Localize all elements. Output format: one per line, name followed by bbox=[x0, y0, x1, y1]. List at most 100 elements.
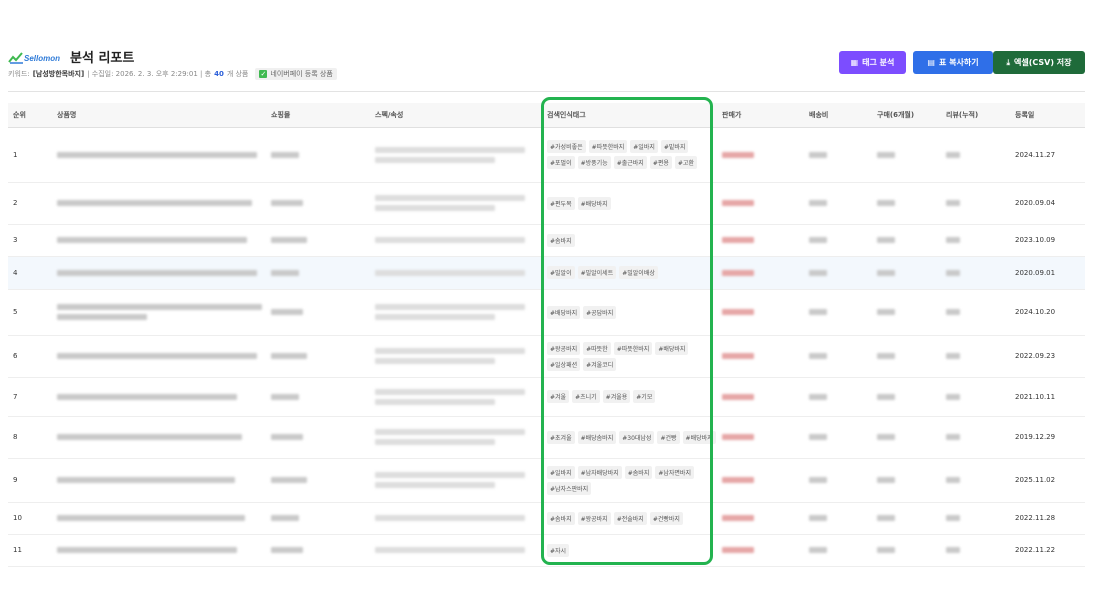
search-tag: #가성비좋은 bbox=[547, 140, 586, 153]
shop-cell[interactable] bbox=[266, 127, 370, 183]
reviews-cell bbox=[941, 335, 1010, 378]
page-title: 분석 리포트 bbox=[70, 51, 135, 66]
column-header[interactable]: 쇼핑몰 bbox=[266, 103, 370, 128]
date-cell: 2019.12.29 bbox=[1010, 416, 1085, 459]
purchases-cell bbox=[872, 224, 941, 257]
rank-cell: 11 bbox=[8, 534, 52, 567]
tags-cell: #배당바지 #공답바지 bbox=[542, 289, 717, 336]
product-name-cell[interactable] bbox=[52, 416, 266, 459]
shop-cell[interactable] bbox=[266, 416, 370, 459]
reviews-cell bbox=[941, 416, 1010, 459]
shop-cell[interactable] bbox=[266, 224, 370, 257]
column-header[interactable]: 구매(6개월) bbox=[872, 103, 941, 128]
table-header-row: 순위 상품명 쇼핑몰 스펙/속성 검색인식태그 판매가 배송비 구매(6개월) 리뷰(누적) 등록… bbox=[8, 103, 1085, 128]
redacted-value bbox=[809, 434, 827, 440]
shop-cell[interactable] bbox=[266, 534, 370, 567]
table-row[interactable]: 5 #배당바지 #공답바지 2024.10.20 bbox=[8, 289, 1085, 336]
redacted-value bbox=[877, 547, 895, 553]
report-header: Sellomon 분석 리포트 키워드: [남성방한목바지] | 수집일: 20… bbox=[8, 46, 1092, 86]
tags-cell: #초겨울 #배당솜바지 #30대남성 #건빵 #배당바지 bbox=[542, 416, 717, 459]
product-name-cell[interactable] bbox=[52, 182, 266, 225]
product-name-cell[interactable] bbox=[52, 335, 266, 378]
price-cell bbox=[717, 377, 804, 417]
tag-analysis-button[interactable]: ▦ 태그 분석 bbox=[839, 51, 906, 74]
date-cell: 2020.09.01 bbox=[1010, 256, 1085, 290]
search-tag: #공답바지 bbox=[583, 305, 617, 319]
table-row[interactable]: 9 #일바지 #남자배당바지 #솜바지 #남자면바지 #남자스판바지 2025.11.02 bbox=[8, 458, 1085, 503]
table-row[interactable]: 7 #겨울 #츠니기 #겨울용 #기모 2021.10.11 bbox=[8, 377, 1085, 417]
search-tag: #솜바지 bbox=[624, 465, 653, 479]
redacted-value bbox=[271, 477, 307, 483]
tags-cell: #자시 bbox=[542, 534, 717, 567]
redacted-value bbox=[946, 515, 960, 521]
redacted-value bbox=[877, 309, 895, 315]
redacted-value bbox=[271, 309, 303, 315]
product-name-cell[interactable] bbox=[52, 127, 266, 183]
table-row[interactable]: 4 #밀알이 #밀알이세트 #밀알이배상 2020.09.01 bbox=[8, 256, 1085, 290]
redacted-value bbox=[375, 439, 495, 445]
search-tag: #따뜻한바지 bbox=[613, 341, 653, 355]
redacted-value bbox=[271, 353, 307, 359]
export-csv-button[interactable]: ⤓ 엑셀(CSV) 저장 bbox=[993, 51, 1085, 74]
shop-cell[interactable] bbox=[266, 377, 370, 417]
search-tag: #일바지 bbox=[547, 465, 575, 479]
table-row[interactable]: 8 #초겨울 #배당솜바지 #30대남성 #건빵 #배당바지 2019.12.29 bbox=[8, 416, 1085, 459]
search-tag: #배당솜바지 bbox=[577, 430, 617, 444]
column-header[interactable]: 배송비 bbox=[804, 103, 872, 128]
shop-cell[interactable] bbox=[266, 335, 370, 378]
redacted-value bbox=[809, 151, 827, 158]
spec-cell bbox=[370, 335, 542, 378]
shop-cell[interactable] bbox=[266, 502, 370, 535]
date-cell: 2024.10.20 bbox=[1010, 289, 1085, 336]
reviews-cell bbox=[941, 256, 1010, 290]
redacted-value bbox=[722, 477, 754, 483]
search-tag: #남자면바지 bbox=[655, 465, 694, 479]
redacted-value bbox=[722, 393, 754, 400]
redacted-value bbox=[946, 237, 960, 243]
product-name-cell[interactable] bbox=[52, 534, 266, 567]
redacted-value bbox=[375, 205, 495, 211]
shop-cell[interactable] bbox=[266, 289, 370, 336]
product-name-cell[interactable] bbox=[52, 458, 266, 503]
table-row[interactable]: 10 #솜바지 #왕공바지 #전술바지 #건빵바지 2022.11.28 bbox=[8, 502, 1085, 535]
copy-table-button[interactable]: ▤ 표 복사하기 bbox=[913, 51, 993, 74]
table-row[interactable]: 6 #왕공바지 #따뜻한 #따뜻한바지 #배당바지 #일상패션 #겨울코디 2022.09.2… bbox=[8, 335, 1085, 378]
naverpay-badge: ✓ 네이버페이 등록 상품 bbox=[255, 68, 337, 80]
date-cell: 2024.11.27 bbox=[1010, 127, 1085, 183]
tags-cell: #편두복 #배당바지 bbox=[542, 182, 717, 225]
table-row[interactable]: 3 #솜바지 2023.10.09 bbox=[8, 224, 1085, 257]
meta-collected: | 수집일: 2026. 2. 3. 오후 2:29:01 | 총 bbox=[87, 70, 212, 78]
tags-cell: #솜바지 bbox=[542, 224, 717, 257]
price-cell bbox=[717, 458, 804, 503]
column-header[interactable]: 순위 bbox=[8, 103, 52, 128]
redacted-value bbox=[877, 353, 895, 359]
redacted-value bbox=[722, 237, 754, 243]
search-tag: #배당바지 bbox=[682, 430, 716, 444]
product-name-cell[interactable] bbox=[52, 289, 266, 336]
redacted-value bbox=[57, 151, 257, 158]
product-name-cell[interactable] bbox=[52, 256, 266, 290]
product-name-cell[interactable] bbox=[52, 502, 266, 535]
rank-cell: 8 bbox=[8, 416, 52, 459]
column-header[interactable]: 검색인식태그 bbox=[542, 103, 717, 128]
product-name-cell[interactable] bbox=[52, 377, 266, 417]
shop-cell[interactable] bbox=[266, 256, 370, 290]
search-tag: #밀알이 bbox=[547, 266, 575, 279]
column-header[interactable]: 판매가 bbox=[717, 103, 804, 128]
shop-cell[interactable] bbox=[266, 458, 370, 503]
column-header[interactable]: 스펙/속성 bbox=[370, 103, 542, 128]
column-header[interactable]: 리뷰(누적) bbox=[941, 103, 1010, 128]
product-name-cell[interactable] bbox=[52, 224, 266, 257]
spec-cell bbox=[370, 416, 542, 459]
shop-cell[interactable] bbox=[266, 182, 370, 225]
table-row[interactable]: 1 #가성비좋은 #따뜻한바지 #일바지 #밑바지 #포멀이 #방풍기능 #출근바지 #편용 #고… bbox=[8, 127, 1085, 183]
column-header[interactable]: 상품명 bbox=[52, 103, 266, 128]
table-row[interactable]: 11 #자시 2022.11.22 bbox=[8, 534, 1085, 567]
redacted-value bbox=[946, 309, 960, 315]
table-row[interactable]: 2 #편두복 #배당바지 2020.09.04 bbox=[8, 182, 1085, 225]
redacted-value bbox=[375, 388, 525, 395]
column-header[interactable]: 등록일 bbox=[1010, 103, 1085, 128]
date-cell: 2022.11.22 bbox=[1010, 534, 1085, 567]
redacted-value bbox=[57, 314, 147, 320]
redacted-value bbox=[722, 434, 754, 440]
